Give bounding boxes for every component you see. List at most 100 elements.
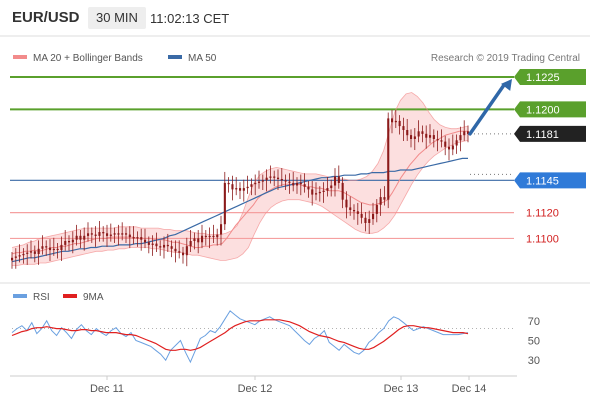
candle-body bbox=[147, 242, 150, 245]
candle-body bbox=[334, 176, 337, 186]
candle-body bbox=[235, 188, 238, 190]
candle-body bbox=[18, 255, 21, 257]
candle-body bbox=[322, 190, 325, 192]
candle-body bbox=[216, 234, 219, 238]
candle-body bbox=[166, 244, 169, 247]
candle-body bbox=[368, 219, 371, 223]
candle-body bbox=[254, 182, 257, 185]
candle-body bbox=[64, 241, 67, 245]
price-label-pivot: 1.1145 bbox=[526, 175, 559, 187]
candle-body bbox=[296, 182, 299, 186]
candle-body bbox=[239, 188, 242, 191]
candle-body bbox=[265, 177, 268, 181]
candle-body bbox=[383, 197, 386, 200]
rsi-panel: 30 50 70 bbox=[11, 310, 540, 367]
candle-body bbox=[189, 241, 192, 247]
candle-body bbox=[109, 234, 112, 236]
candle-body bbox=[60, 244, 63, 251]
candle-body bbox=[37, 248, 40, 254]
candle-body bbox=[208, 235, 211, 238]
candle-body bbox=[349, 207, 352, 210]
candle-body bbox=[398, 120, 401, 127]
candle-body bbox=[68, 241, 71, 243]
rsi-legend-swatch bbox=[13, 294, 27, 298]
price-label-r2: 1.1225 bbox=[526, 72, 560, 84]
candle-body bbox=[459, 135, 462, 141]
candle-body bbox=[394, 120, 397, 123]
candle-body bbox=[330, 185, 333, 189]
price-label-r1: 1.1200 bbox=[526, 104, 560, 116]
forecast-arrow bbox=[468, 79, 512, 136]
candle-body bbox=[125, 233, 128, 235]
candle-body bbox=[402, 126, 405, 130]
candle-body bbox=[102, 232, 105, 234]
candle-body bbox=[360, 213, 363, 218]
candle-body bbox=[231, 184, 234, 190]
candle-body bbox=[94, 234, 97, 236]
candle-body bbox=[273, 176, 276, 178]
candle-body bbox=[132, 237, 135, 239]
candle-body bbox=[269, 176, 272, 178]
candle-body bbox=[121, 233, 124, 235]
candle-body bbox=[299, 182, 302, 185]
rsi-tick-50: 50 bbox=[528, 335, 540, 347]
candle-body bbox=[345, 199, 348, 208]
candle-body bbox=[185, 246, 188, 256]
x-tick-label: Dec 11 bbox=[90, 383, 124, 395]
candle-body bbox=[250, 184, 253, 187]
price-label-last: 1.1181 bbox=[526, 129, 559, 141]
candle-body bbox=[277, 177, 280, 179]
candle-body bbox=[436, 139, 439, 141]
candle-body bbox=[45, 246, 48, 248]
x-axis-ticks: Dec 11 Dec 12 Dec 13 Dec 14 bbox=[90, 376, 486, 395]
candle-body bbox=[387, 118, 390, 200]
price-chart: MA 20 + Bollinger Bands MA 50 Research ©… bbox=[0, 35, 590, 395]
candle-body bbox=[432, 135, 435, 139]
candle-body bbox=[315, 193, 318, 195]
candle-body bbox=[410, 135, 413, 139]
candle-body bbox=[136, 237, 139, 239]
candle-body bbox=[356, 211, 359, 214]
candle-body bbox=[182, 252, 185, 256]
candle-body bbox=[26, 252, 29, 254]
candle-body bbox=[49, 247, 52, 251]
x-tick-label: Dec 14 bbox=[452, 383, 487, 395]
candle-body bbox=[117, 233, 120, 235]
candle-body bbox=[391, 118, 394, 123]
candle-body bbox=[201, 235, 204, 243]
candle-body bbox=[440, 140, 443, 142]
candle-body bbox=[151, 243, 154, 245]
candle-body bbox=[375, 204, 378, 214]
candle-body bbox=[258, 181, 261, 183]
ma9-line bbox=[11, 319, 469, 351]
x-tick-label: Dec 13 bbox=[384, 383, 419, 395]
candle-body bbox=[204, 235, 207, 238]
candle-body bbox=[451, 145, 454, 150]
candle-body bbox=[90, 233, 93, 235]
candle-body bbox=[212, 235, 215, 238]
candle-body bbox=[174, 248, 177, 252]
price-labels: 1.1225 1.1200 1.1181 1.1145 1.1120 1.1100 bbox=[514, 69, 586, 245]
candle-body bbox=[33, 251, 36, 254]
bollinger-legend-swatch bbox=[13, 55, 27, 59]
candle-body bbox=[307, 186, 310, 190]
candle-body bbox=[155, 243, 158, 247]
candle-body bbox=[413, 136, 416, 139]
x-tick-label: Dec 12 bbox=[238, 383, 273, 395]
candle-body bbox=[417, 131, 420, 137]
candle-body bbox=[303, 184, 306, 187]
rsi-line bbox=[11, 310, 469, 364]
candle-body bbox=[30, 251, 33, 253]
price-label-s2: 1.1100 bbox=[526, 233, 559, 245]
candle-body bbox=[337, 176, 340, 183]
candle-body bbox=[83, 235, 86, 240]
candle-body bbox=[364, 217, 367, 223]
candle-body bbox=[144, 239, 147, 243]
candle-body bbox=[261, 180, 264, 182]
candle-body bbox=[106, 233, 109, 236]
rsi-tick-30: 30 bbox=[528, 355, 540, 367]
candle-body bbox=[280, 179, 283, 181]
ma9-legend-swatch bbox=[63, 294, 77, 298]
candle-body bbox=[159, 246, 162, 248]
candle-body bbox=[288, 181, 291, 183]
